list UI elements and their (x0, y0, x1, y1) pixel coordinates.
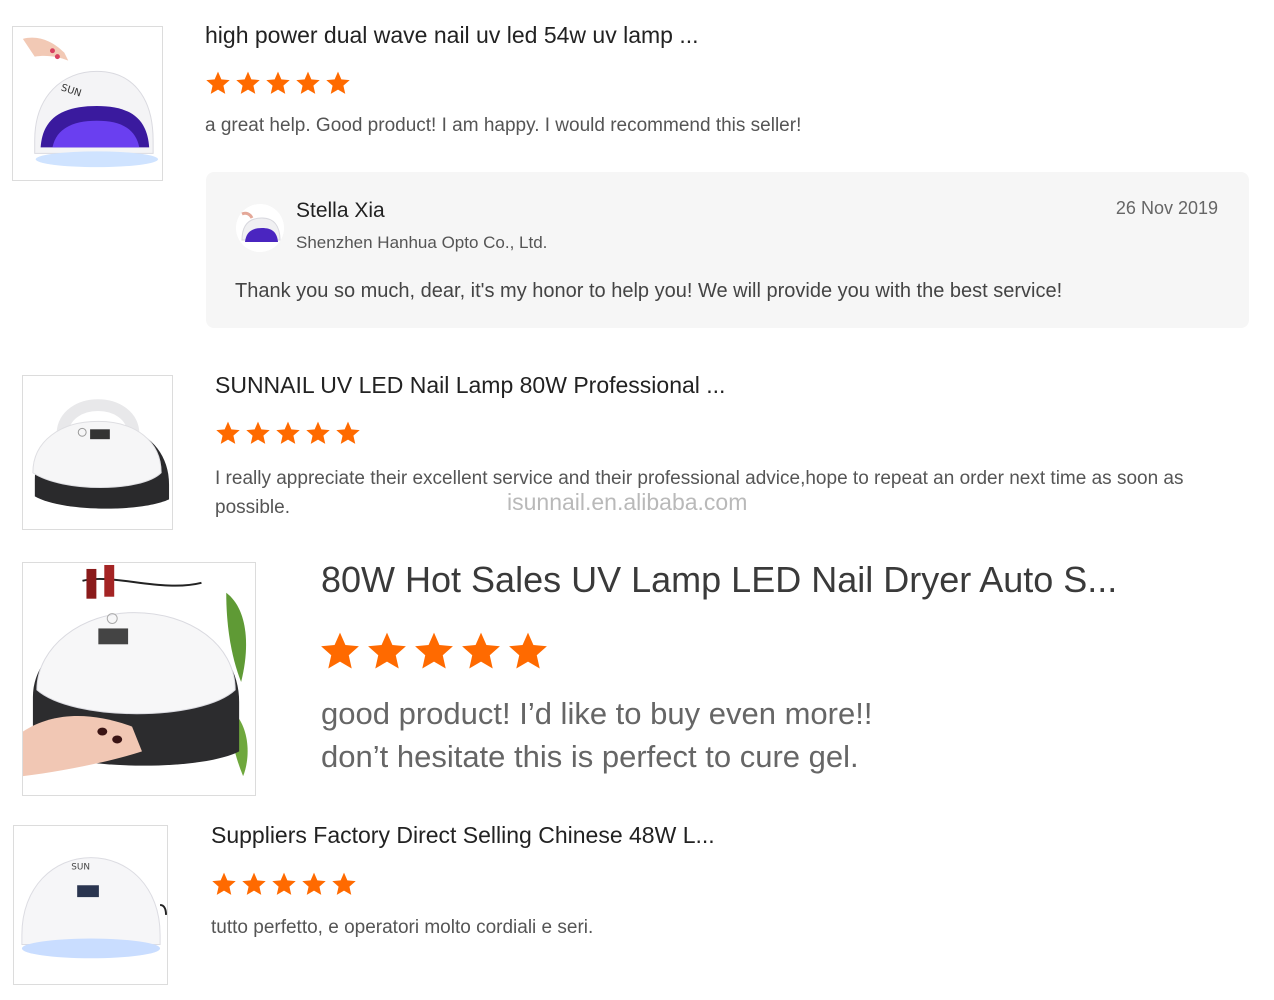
star-icon (336, 421, 360, 444)
review-text-line: don’t hesitate this is perfect to cure g… (321, 739, 859, 774)
product-title[interactable]: 80W Hot Sales UV Lamp LED Nail Dryer Aut… (321, 559, 1117, 601)
star-icon (216, 421, 240, 444)
review-text: a great help. Good product! I am happy. … (205, 115, 802, 136)
rating-stars (211, 871, 361, 897)
star-icon (509, 632, 547, 669)
seller-reply: Stella Xia Shenzhen Hanhua Opto Co., Ltd… (206, 172, 1249, 328)
star-icon (266, 71, 290, 94)
product-title[interactable]: high power dual wave nail uv led 54w uv … (205, 22, 699, 49)
star-icon (302, 872, 326, 895)
star-icon (246, 421, 270, 444)
seller-avatar (236, 204, 284, 252)
product-image[interactable]: SUN (13, 825, 168, 985)
star-icon (236, 71, 260, 94)
star-icon (332, 872, 356, 895)
star-icon (326, 71, 350, 94)
watermark: isunnail.en.alibaba.com (507, 489, 748, 515)
product-title[interactable]: SUNNAIL UV LED Nail Lamp 80W Professiona… (215, 372, 725, 399)
star-icon (242, 872, 266, 895)
star-icon (212, 872, 236, 895)
product-image[interactable] (22, 375, 173, 530)
star-icon (276, 421, 300, 444)
star-icon (462, 632, 500, 669)
review-text: tutto perfetto, e operatori molto cordia… (211, 917, 594, 938)
rating-stars (319, 630, 554, 672)
product-image[interactable]: SUN (12, 26, 163, 181)
svg-text:SUN: SUN (71, 862, 90, 872)
seller-company[interactable]: Shenzhen Hanhua Opto Co., Ltd. (296, 233, 547, 253)
star-icon (306, 421, 330, 444)
star-icon (368, 632, 406, 669)
seller-name: Stella Xia (296, 199, 385, 222)
star-icon (272, 872, 296, 895)
star-icon (415, 632, 453, 669)
product-image[interactable] (22, 562, 256, 796)
reply-text: Thank you so much, dear, it's my honor t… (235, 280, 1063, 302)
rating-stars (215, 420, 365, 446)
star-icon (206, 71, 230, 94)
rating-stars (205, 70, 355, 96)
star-icon (321, 632, 359, 669)
star-icon (296, 71, 320, 94)
reply-date: 26 Nov 2019 (1115, 198, 1218, 218)
review-text-line: good product! I’d like to buy even more!… (321, 696, 873, 731)
product-title[interactable]: Suppliers Factory Direct Selling Chinese… (211, 822, 715, 849)
